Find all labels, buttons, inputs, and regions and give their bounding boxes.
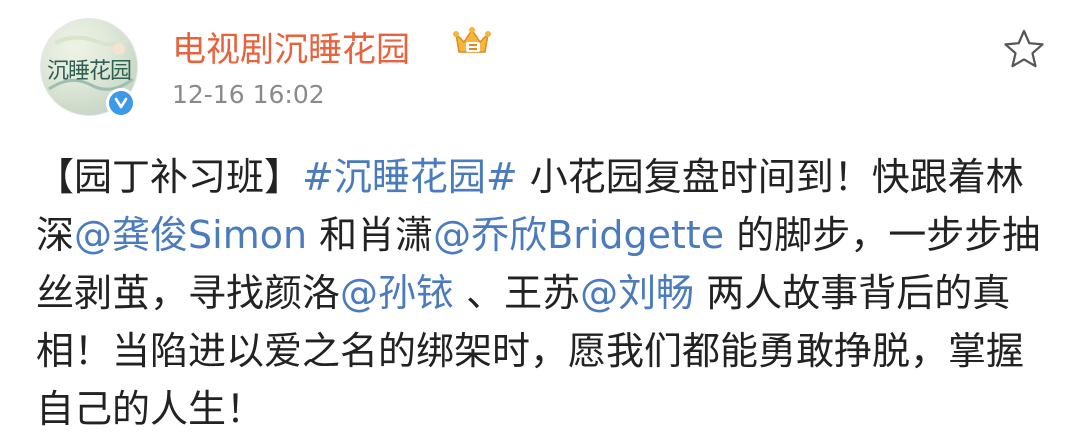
- verified-badge-icon: [106, 88, 136, 118]
- crown-icon[interactable]: [452, 22, 492, 62]
- star-icon[interactable]: [1002, 27, 1046, 71]
- post-timestamp: 12-16 16:02: [172, 80, 325, 109]
- post-text-segment: 和肖潇: [307, 213, 434, 257]
- post-text: 【园丁补习班】#沉睡花园# 小花园复盘时间到！快跟着林深@龚俊Simon 和肖潇…: [36, 148, 1046, 438]
- post-text-segment: 【园丁补习班】: [36, 155, 303, 199]
- post-text-segment: 、王苏: [454, 271, 581, 315]
- hashtag-link[interactable]: #沉睡花园#: [302, 155, 518, 199]
- mention-link[interactable]: @刘畅: [580, 271, 694, 315]
- username[interactable]: 电视剧沉睡花园: [172, 22, 410, 71]
- avatar-logo-text: 沉睡花园: [46, 59, 132, 84]
- avatar[interactable]: 沉睡花园: [40, 18, 138, 118]
- mention-link[interactable]: @乔欣Bridgette: [433, 213, 724, 257]
- mention-link[interactable]: @龚俊Simon: [74, 213, 307, 257]
- mention-link[interactable]: @孙铱: [340, 271, 454, 315]
